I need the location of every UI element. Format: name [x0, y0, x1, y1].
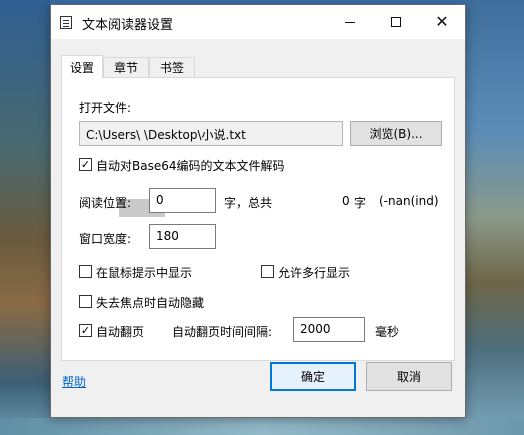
window-title: 文本阅读器设置 — [82, 18, 174, 33]
show-in-tooltip-checkbox[interactable] — [79, 265, 92, 278]
close-button[interactable]: ✕ — [419, 5, 465, 39]
base64-checkbox-label: 自动对Base64编码的文本文件解码 — [96, 159, 285, 173]
open-file-label: 打开文件: — [79, 101, 132, 115]
auto-page-interval-label: 自动翻页时间间隔: — [172, 325, 273, 339]
window-width-input[interactable]: 180 — [149, 224, 216, 249]
title-bar[interactable]: 文本阅读器设置 ✕ — [51, 5, 465, 39]
auto-hide-checkbox[interactable] — [79, 295, 92, 308]
allow-multiline-label: 允许多行显示 — [278, 266, 351, 280]
ms-unit-label: 毫秒 — [375, 325, 400, 339]
auto-page-interval-input[interactable]: 2000 — [293, 317, 365, 342]
file-path-field[interactable]: C:\Users\ \Desktop\小说.txt — [79, 121, 343, 146]
maximize-icon — [391, 17, 401, 27]
auto-hide-label: 失去焦点时自动隐藏 — [96, 296, 205, 310]
browse-button[interactable]: 浏览(B)... — [350, 121, 442, 146]
auto-page-label: 自动翻页 — [96, 325, 145, 339]
window-width-label: 窗口宽度: — [79, 232, 132, 246]
read-position-label: 阅读位置: — [79, 196, 132, 210]
base64-checkbox[interactable]: ✓ — [79, 158, 92, 171]
total-chars-value: 0 — [342, 194, 350, 208]
ok-button[interactable]: 确定 — [270, 362, 356, 391]
document-icon — [60, 16, 72, 29]
desktop-background-right — [466, 0, 524, 435]
desktop-background-left — [0, 0, 50, 435]
settings-panel: 打开文件: C:\Users\ \Desktop\小说.txt 浏览(B)...… — [61, 77, 455, 361]
cancel-button[interactable]: 取消 — [366, 362, 452, 391]
read-position-input[interactable]: 0 — [149, 188, 216, 213]
chars-unit-label: 字 — [354, 196, 367, 210]
settings-dialog: 文本阅读器设置 ✕ 设置 章节 书签 打开文件: C:\Users\ \Desk… — [50, 4, 466, 418]
minimize-icon — [345, 21, 355, 23]
auto-page-checkbox[interactable]: ✓ — [79, 324, 92, 337]
tab-bookmarks[interactable]: 书签 — [149, 57, 195, 77]
tab-settings[interactable]: 设置 — [61, 55, 103, 78]
tab-chapters[interactable]: 章节 — [103, 57, 149, 77]
maximize-button[interactable] — [373, 5, 419, 39]
show-in-tooltip-label: 在鼠标提示中显示 — [96, 266, 193, 280]
minimize-button[interactable] — [327, 5, 373, 39]
allow-multiline-checkbox[interactable] — [261, 265, 274, 278]
progress-nan-text: (-nan(ind) — [379, 194, 439, 208]
close-icon: ✕ — [435, 12, 449, 31]
desktop-background-bottom — [0, 418, 524, 435]
chars-total-label: 字，总共 — [224, 196, 273, 210]
help-link[interactable]: 帮助 — [62, 373, 86, 390]
